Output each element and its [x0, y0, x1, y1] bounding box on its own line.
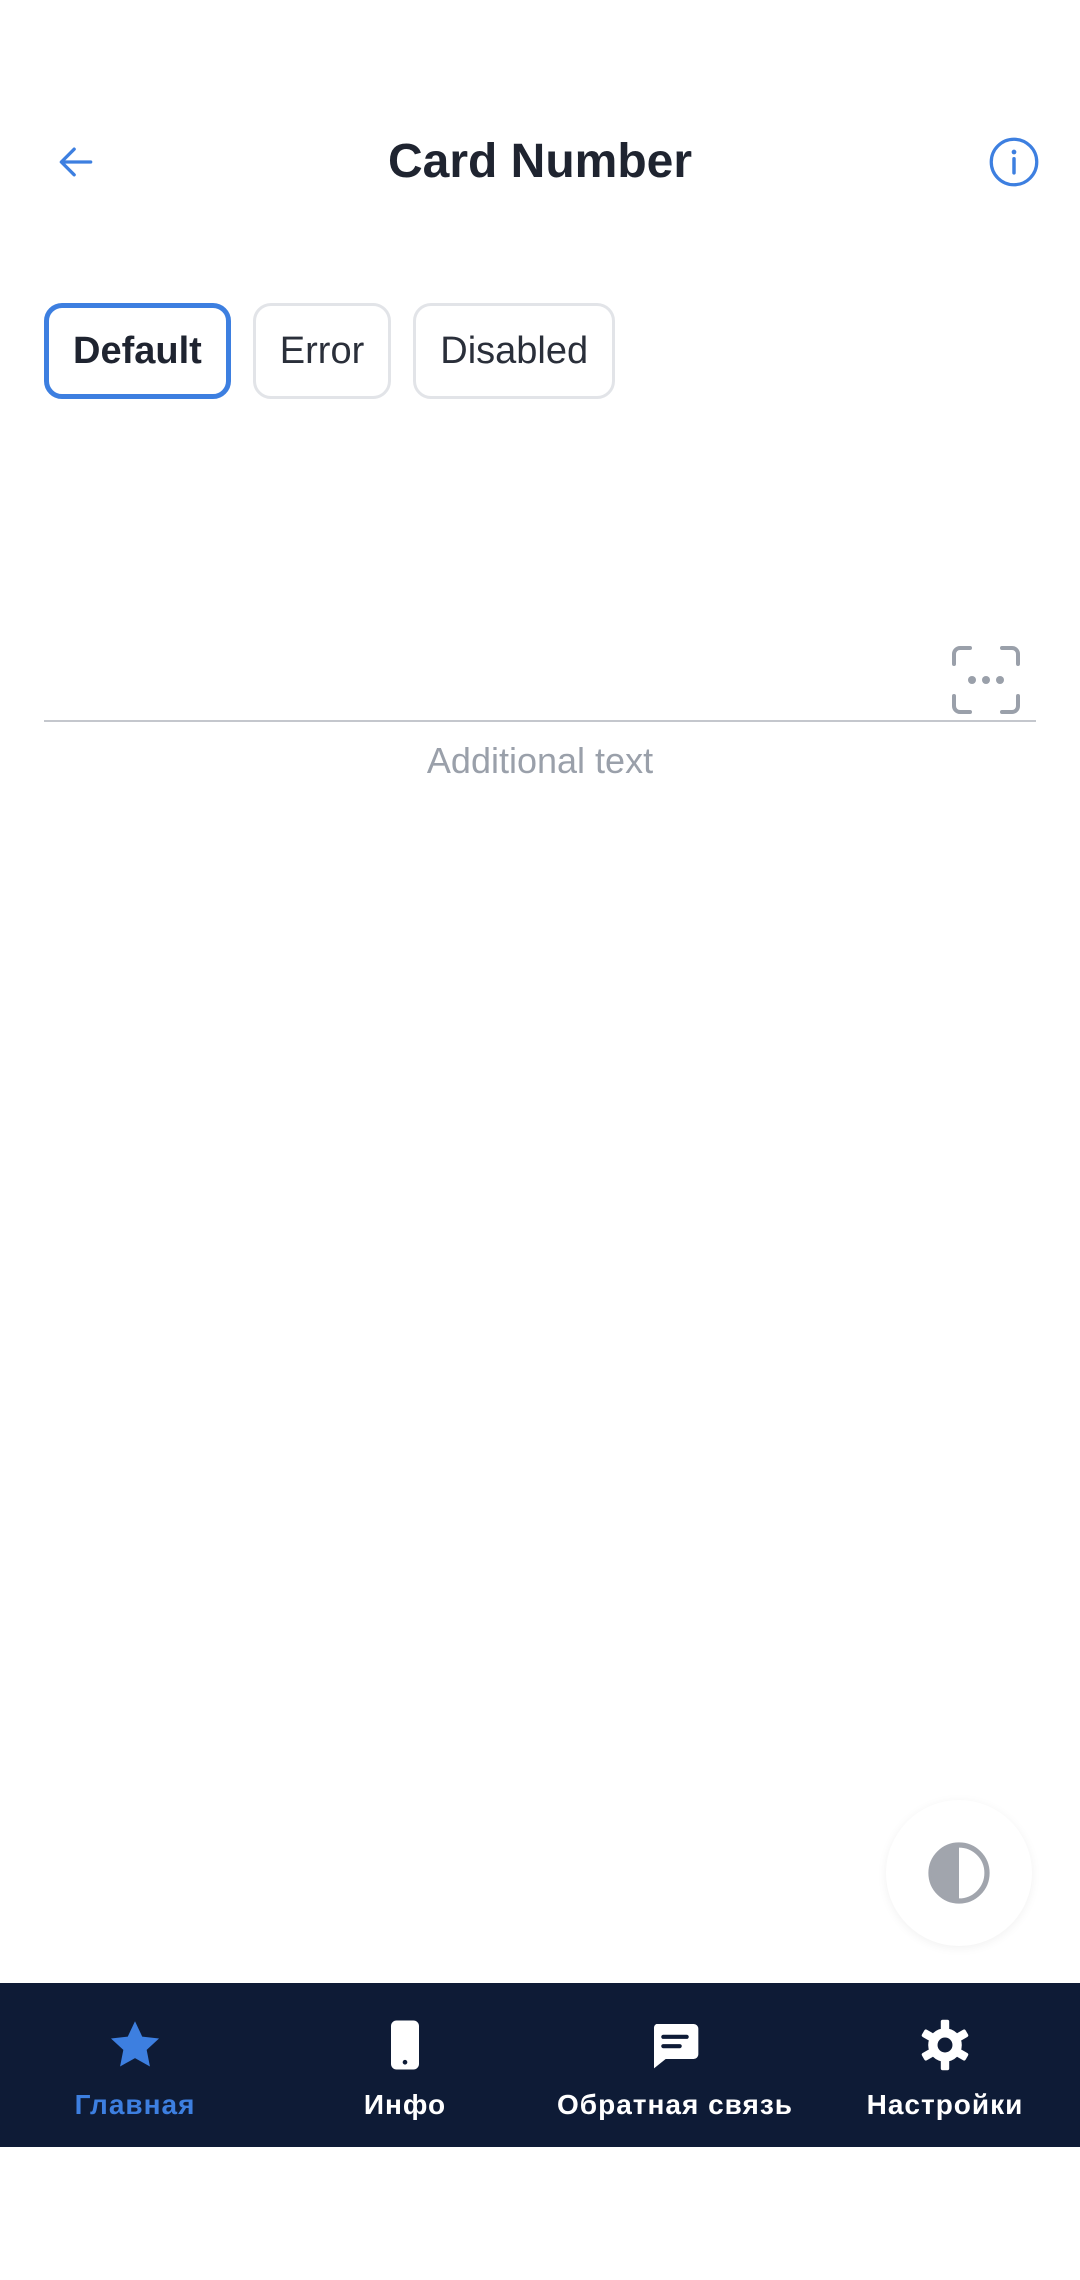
nav-label-info: Инфо	[363, 2089, 447, 2120]
bottom-navigation: Главная Инфо Обратная связь Настройки	[0, 1983, 1080, 2147]
nav-item-settings[interactable]: Настройки	[810, 1983, 1080, 2147]
top-app-bar: Card Number	[0, 110, 1080, 210]
nav-label-feedback: Обратная связь	[557, 2089, 793, 2120]
app-screen: Card Number Default Error Disabled Addit…	[0, 0, 1080, 2280]
star-icon	[110, 2021, 160, 2067]
card-number-input[interactable]	[44, 630, 948, 722]
nav-item-home[interactable]: Главная	[0, 1983, 270, 2147]
scan-card-icon	[952, 646, 1020, 714]
page-title: Card Number	[387, 135, 693, 188]
helper-text: Additional text	[426, 740, 654, 781]
field-underline	[44, 720, 1036, 722]
theme-toggle-button[interactable]	[886, 1800, 1032, 1946]
state-selector: Default Error Disabled	[44, 303, 616, 399]
nav-item-info[interactable]: Инфо	[270, 1983, 540, 2147]
phone-icon	[391, 2020, 419, 2070]
chip-default[interactable]: Default	[44, 303, 231, 399]
chip-disabled[interactable]: Disabled	[413, 303, 616, 399]
nav-label-settings: Настройки	[866, 2089, 1024, 2120]
chat-icon	[653, 2024, 699, 2069]
gear-icon	[921, 2019, 969, 2071]
info-button[interactable]	[982, 130, 1046, 194]
scan-card-button[interactable]	[950, 644, 1022, 716]
chip-error[interactable]: Error	[252, 303, 392, 399]
info-circle-icon	[989, 137, 1039, 187]
contrast-icon	[928, 1842, 990, 1904]
nav-label-home: Главная	[74, 2089, 196, 2120]
nav-item-feedback[interactable]: Обратная связь	[540, 1983, 810, 2147]
card-number-field	[44, 630, 1036, 722]
